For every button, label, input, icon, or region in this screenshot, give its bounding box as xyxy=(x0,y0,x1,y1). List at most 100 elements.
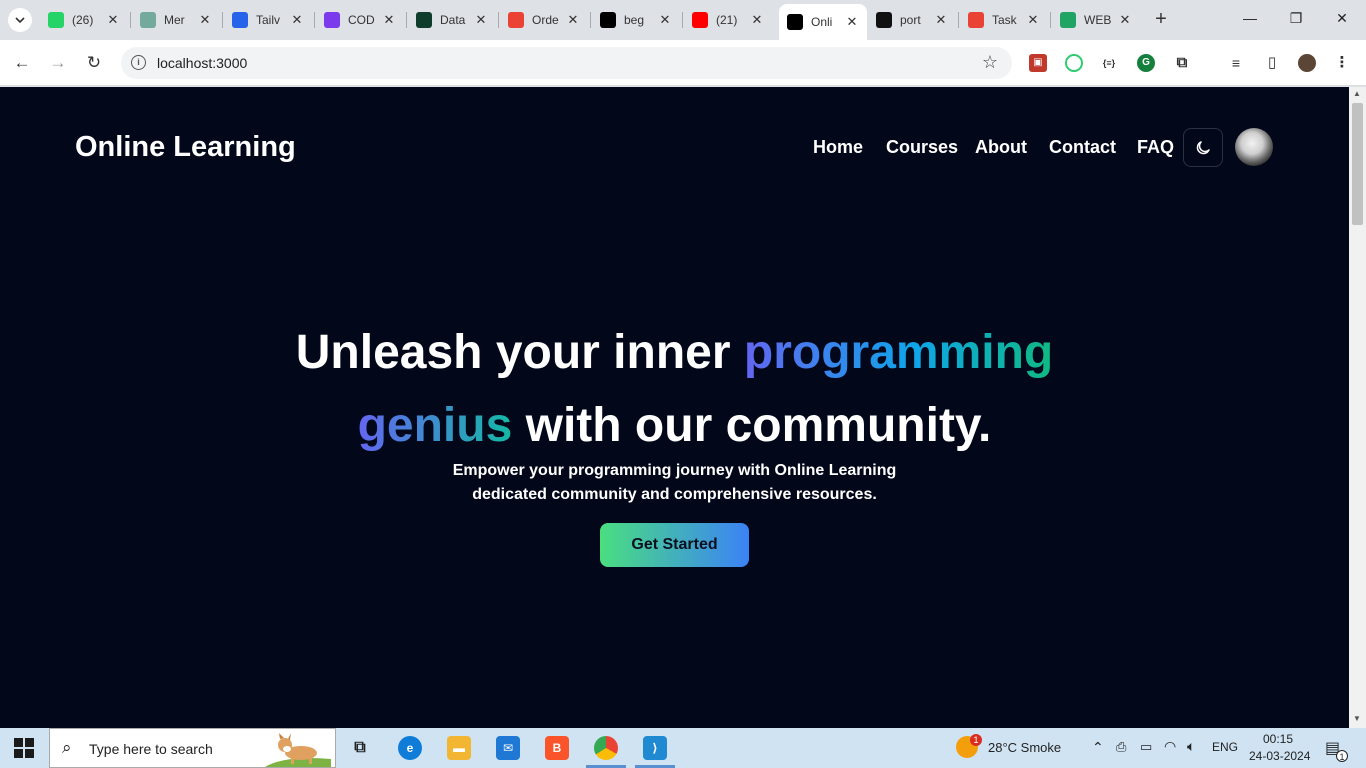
meet-now-icon[interactable]: ⎙ xyxy=(1116,739,1126,755)
weather-text[interactable]: 28°C Smoke xyxy=(988,740,1061,755)
windows-start-icon[interactable] xyxy=(14,738,34,758)
battery-icon[interactable]: ▭ xyxy=(1140,739,1152,755)
extension-circle-icon[interactable] xyxy=(1065,54,1083,72)
tab-title: beg xyxy=(624,13,645,27)
taskbar-search-placeholder: Type here to search xyxy=(89,741,213,757)
close-tab-icon[interactable]: ✕ xyxy=(382,12,396,28)
nav-courses[interactable]: Courses xyxy=(886,137,958,158)
bookmark-star-icon[interactable]: ☆ xyxy=(982,52,998,73)
browser-tab[interactable]: Orde ✕ xyxy=(500,6,588,34)
forward-arrow-icon[interactable]: → xyxy=(47,52,69,74)
browser-tab[interactable]: Mer ✕ xyxy=(132,6,220,34)
close-tab-icon[interactable]: ✕ xyxy=(290,12,304,28)
extension-red-icon[interactable]: ▣ xyxy=(1029,54,1047,72)
new-tab-button[interactable]: + xyxy=(1150,9,1172,31)
nextjs-triangle-icon xyxy=(600,12,616,28)
browser-tab[interactable]: Task ✕ xyxy=(960,6,1048,34)
language-indicator[interactable]: ENG xyxy=(1212,740,1238,754)
reload-icon[interactable]: ↻ xyxy=(83,52,105,74)
user-avatar[interactable] xyxy=(1235,128,1273,166)
hero-line2-plain: with our community. xyxy=(512,399,992,452)
taskbar-search[interactable]: ⌕ Type here to search xyxy=(49,728,336,768)
theme-toggle-button[interactable] xyxy=(1183,128,1223,167)
chevron-up-icon[interactable]: ⌃ xyxy=(1092,739,1104,756)
hero-subtitle-line1: Empower your programming journey with On… xyxy=(452,462,897,479)
edge-browser-icon[interactable]: e xyxy=(398,736,422,760)
task-view-icon[interactable]: ⧉ xyxy=(348,736,372,760)
tab-separator xyxy=(590,12,591,28)
clock-time[interactable]: 00:15 xyxy=(1263,732,1293,746)
browser-tab[interactable]: Onli ✕ xyxy=(779,4,867,40)
wifi-icon[interactable]: ◠ xyxy=(1164,738,1176,755)
site-info-icon[interactable]: i xyxy=(131,55,146,70)
address-bar[interactable]: i localhost:3000 ☆ xyxy=(121,47,1012,79)
volume-icon[interactable]: 🔈︎ xyxy=(1187,738,1195,755)
close-tab-icon[interactable]: ✕ xyxy=(845,14,859,30)
profile-avatar[interactable] xyxy=(1298,54,1316,72)
tab-title: Orde xyxy=(532,13,559,27)
page-scrollbar[interactable]: ▲ ▼ xyxy=(1349,87,1366,728)
weather-badge: 1 xyxy=(970,734,982,746)
browser-toolbar: ← → ↻ i localhost:3000 ☆ ▣ {≡} G ⧉ ≡ ▯ ⋮ xyxy=(0,40,1366,86)
tab-title: Onli xyxy=(811,15,833,29)
close-tab-icon[interactable]: ✕ xyxy=(1118,12,1132,28)
search-icon: ⌕ xyxy=(62,738,72,757)
get-started-button[interactable]: Get Started xyxy=(600,523,749,567)
close-window-button[interactable]: ✕ xyxy=(1332,10,1352,27)
json-viewer-icon[interactable]: {≡} xyxy=(1100,54,1118,72)
browser-tab[interactable]: (21) ✕ xyxy=(684,6,772,34)
tab-separator xyxy=(406,12,407,28)
github-icon xyxy=(876,12,892,28)
side-panel-icon[interactable]: ▯ xyxy=(1263,54,1281,72)
brave-browser-icon[interactable]: B xyxy=(545,736,569,760)
tab-separator xyxy=(1050,12,1051,28)
scroll-down-icon[interactable]: ▼ xyxy=(1353,714,1361,723)
close-tab-icon[interactable]: ✕ xyxy=(566,12,580,28)
mail-icon[interactable]: ✉ xyxy=(496,736,520,760)
scroll-thumb[interactable] xyxy=(1352,103,1363,225)
grammarly-icon[interactable]: G xyxy=(1137,54,1155,72)
tab-separator xyxy=(682,12,683,28)
chrome-browser-icon[interactable] xyxy=(594,736,618,760)
nav-about[interactable]: About xyxy=(975,137,1027,158)
tab-title: (26) xyxy=(72,13,94,27)
nav-faq[interactable]: FAQ xyxy=(1137,137,1174,158)
browser-tab[interactable]: COD ✕ xyxy=(316,6,404,34)
browser-tab[interactable]: beg ✕ xyxy=(592,6,680,34)
scroll-up-icon[interactable]: ▲ xyxy=(1353,89,1361,98)
tab-separator xyxy=(130,12,131,28)
browser-tab[interactable]: port ✕ xyxy=(868,6,956,34)
close-tab-icon[interactable]: ✕ xyxy=(934,12,948,28)
tab-title: Tailv xyxy=(256,13,281,27)
browser-tab-strip: (26) ✕ Mer ✕ Tailv ✕ COD ✕ Data ✕ Orde ✕ beg ✕ (21) ✕ On… xyxy=(0,0,1366,40)
browser-tab[interactable]: WEB ✕ xyxy=(1052,6,1140,34)
notification-count: 1 xyxy=(1336,750,1348,762)
restore-button[interactable]: ❐ xyxy=(1286,10,1306,27)
media-control-icon[interactable]: ≡ xyxy=(1227,54,1245,72)
tab-search-button[interactable] xyxy=(8,8,32,32)
extensions-puzzle-icon[interactable]: ⧉ xyxy=(1173,54,1191,72)
browser-tab[interactable]: Tailv ✕ xyxy=(224,6,312,34)
browser-tab[interactable]: (26) ✕ xyxy=(40,6,128,34)
address-url[interactable]: localhost:3000 xyxy=(157,55,247,71)
site-logo[interactable]: Online Learning xyxy=(75,131,296,164)
close-tab-icon[interactable]: ✕ xyxy=(1026,12,1040,28)
tab-title: (21) xyxy=(716,13,738,27)
minimize-button[interactable]: — xyxy=(1240,10,1260,26)
back-arrow-icon[interactable]: ← xyxy=(11,52,33,74)
clock-date[interactable]: 24-03-2024 xyxy=(1249,749,1310,763)
corgi-illustration-icon xyxy=(265,733,331,767)
menu-kebab-icon[interactable]: ⋮ xyxy=(1333,54,1351,72)
vscode-icon[interactable]: ⟩ xyxy=(643,736,667,760)
close-tab-icon[interactable]: ✕ xyxy=(474,12,488,28)
close-tab-icon[interactable]: ✕ xyxy=(106,12,120,28)
browser-tab[interactable]: Data ✕ xyxy=(408,6,496,34)
gmail-icon xyxy=(968,12,984,28)
file-explorer-icon[interactable]: ▬ xyxy=(447,736,471,760)
close-tab-icon[interactable]: ✕ xyxy=(658,12,672,28)
nav-contact[interactable]: Contact xyxy=(1049,137,1116,158)
video-play-icon xyxy=(232,12,248,28)
close-tab-icon[interactable]: ✕ xyxy=(750,12,764,28)
close-tab-icon[interactable]: ✕ xyxy=(198,12,212,28)
nav-home[interactable]: Home xyxy=(813,137,863,158)
